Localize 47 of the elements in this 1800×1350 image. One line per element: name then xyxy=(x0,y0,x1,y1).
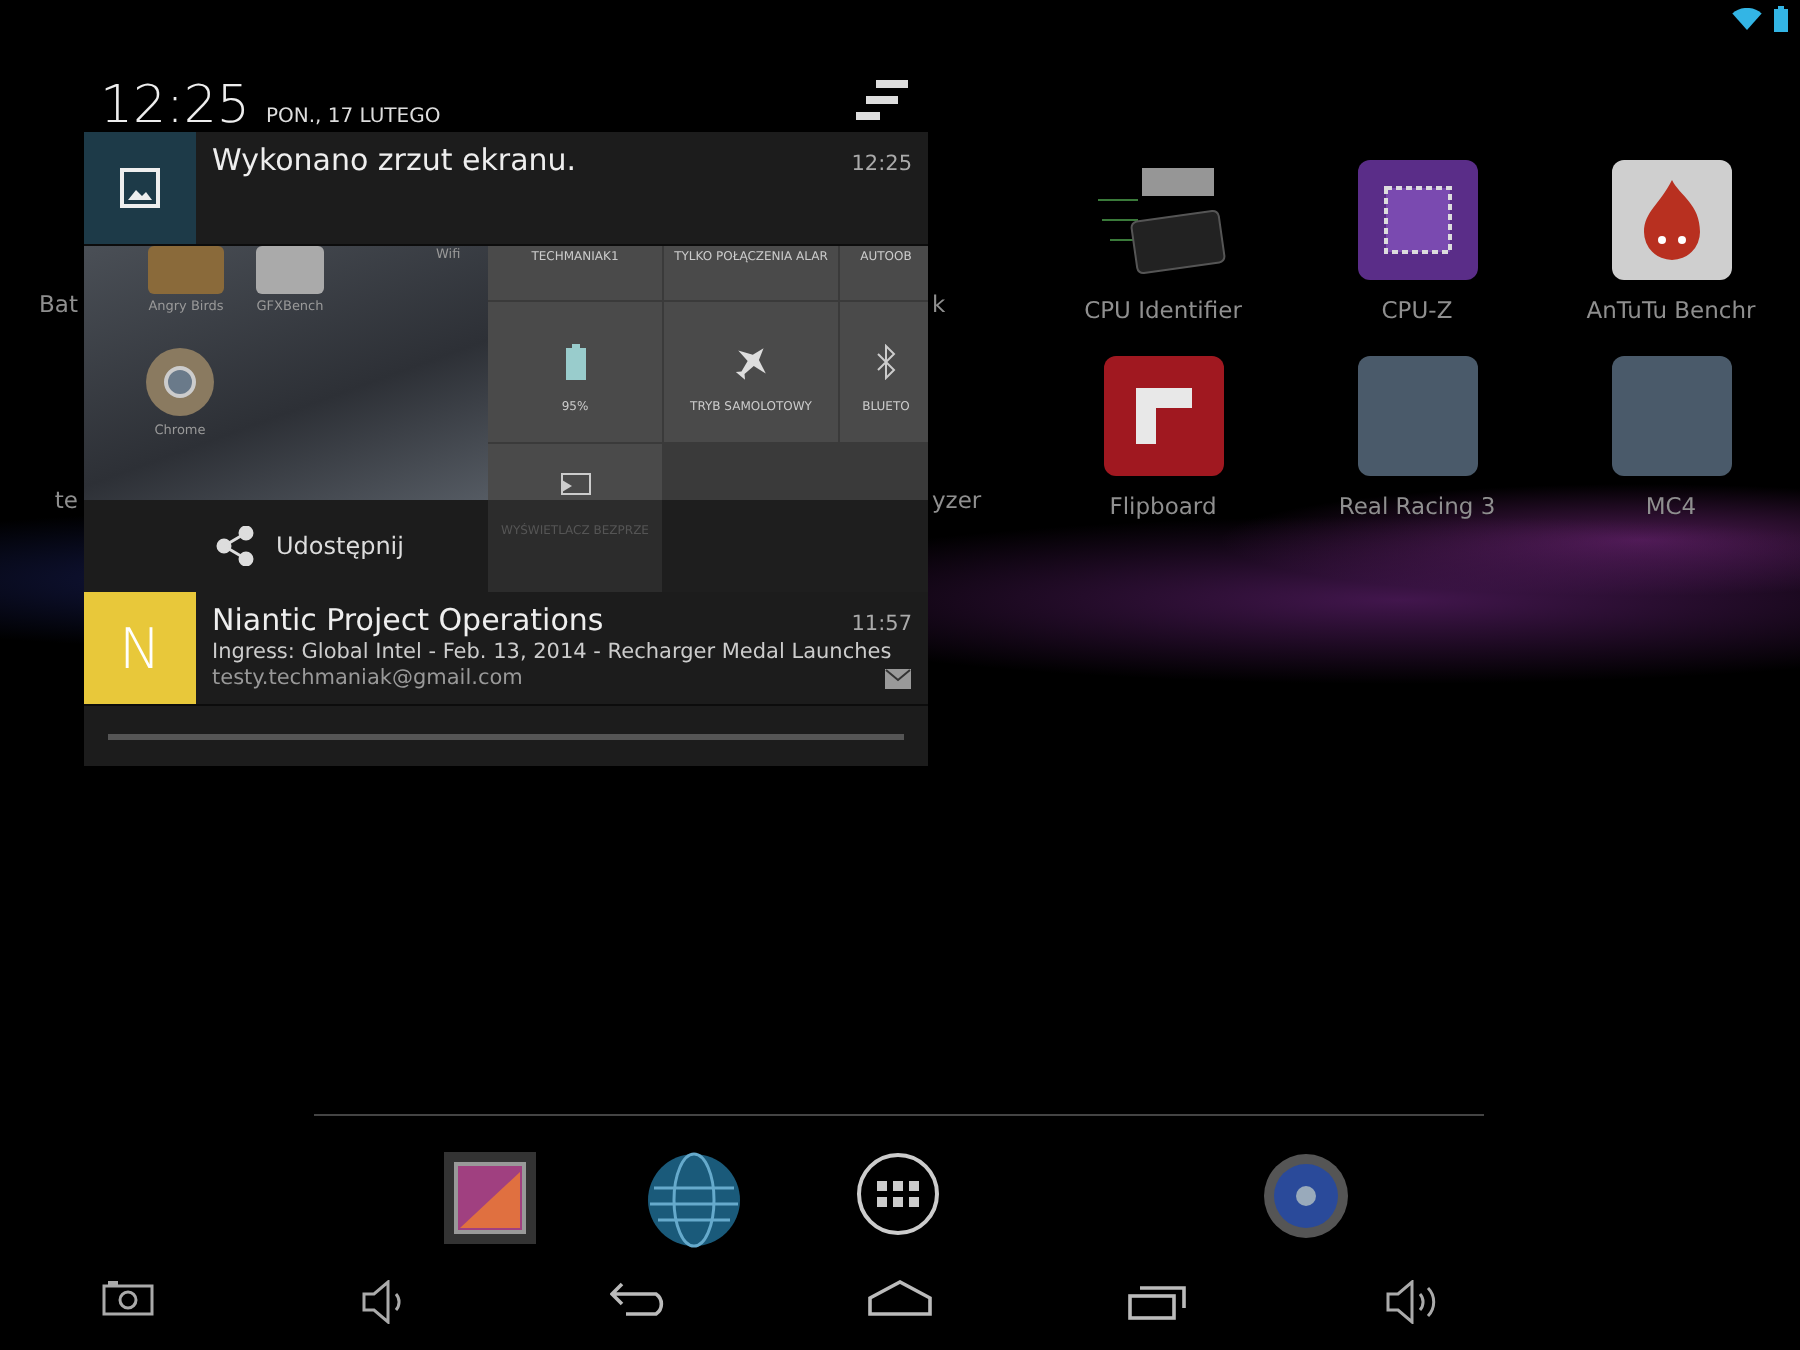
notification-title: Niantic Project Operations xyxy=(212,602,604,638)
share-button[interactable]: Udostępnij xyxy=(84,500,488,592)
flip-logo-icon xyxy=(1103,356,1223,476)
notification-text: Ingress: Global Intel - Feb. 13, 2014 - Recharger Medal Launches xyxy=(212,640,894,664)
notification-card[interactable]: Wykonano zrzut ekranu. 12:25 xyxy=(84,132,928,246)
notification-time: 12:25 xyxy=(851,152,912,176)
app-icon xyxy=(148,246,224,294)
photo-placeholder xyxy=(1611,356,1731,476)
speaker-icon[interactable] xyxy=(1262,1152,1350,1240)
app-label[interactable]: AnTuTu Benchr xyxy=(1586,296,1756,324)
battery-icon xyxy=(565,344,585,380)
app-label[interactable]: Real Racing 3 xyxy=(1338,492,1496,520)
app-label[interactable]: CPU-Z xyxy=(1381,296,1453,324)
airplane-icon xyxy=(733,344,769,380)
quick-settings-icon[interactable] xyxy=(856,80,908,120)
app-label[interactable]: Flipboard xyxy=(1109,492,1217,520)
image-icon xyxy=(120,168,160,208)
date-text: PON., 17 LUTEGO xyxy=(265,106,443,132)
share-icon xyxy=(216,526,256,566)
clock-time: 12:25 xyxy=(100,80,250,132)
account-email: testy.techmaniak@gmail.com xyxy=(212,666,523,690)
recent-apps-icon[interactable] xyxy=(1127,1280,1188,1320)
round-logo-icon xyxy=(144,346,216,418)
notification-time: 11:57 xyxy=(851,612,912,636)
app-label[interactable]: MC4 xyxy=(1645,492,1697,520)
notification-card[interactable]: N Niantic Project Operations 11:57 Ingress: Global Intel - Feb. 13, 2014 - Recharger Medal Launches testy.techmaniak@gmail.com xyxy=(84,592,928,706)
app-label[interactable]: te xyxy=(54,486,78,514)
sender-initial: N xyxy=(119,615,161,681)
camera-icon[interactable] xyxy=(102,1280,155,1316)
gallery-icon[interactable] xyxy=(444,1152,536,1244)
app-label[interactable]: yzer xyxy=(932,486,982,514)
home-icon[interactable] xyxy=(867,1280,932,1316)
photo-placeholder xyxy=(1357,356,1477,476)
globe-icon[interactable] xyxy=(646,1152,742,1248)
cast-screen-icon xyxy=(559,472,591,496)
wifi-icon xyxy=(1732,8,1762,30)
flame-icon xyxy=(1611,160,1731,280)
bluetooth-icon xyxy=(876,344,896,380)
notification-title: Wykonano zrzut ekranu. xyxy=(212,142,577,178)
chip-icon xyxy=(1357,160,1477,280)
app-label[interactable]: k xyxy=(932,290,946,318)
app-label[interactable]: CPU Identifier xyxy=(1084,296,1242,324)
app-icon xyxy=(256,246,324,294)
app-label[interactable]: Bat xyxy=(39,290,78,318)
battery-icon xyxy=(1774,6,1788,32)
mail-icon xyxy=(884,667,912,689)
apps-grid-icon[interactable] xyxy=(856,1152,940,1236)
